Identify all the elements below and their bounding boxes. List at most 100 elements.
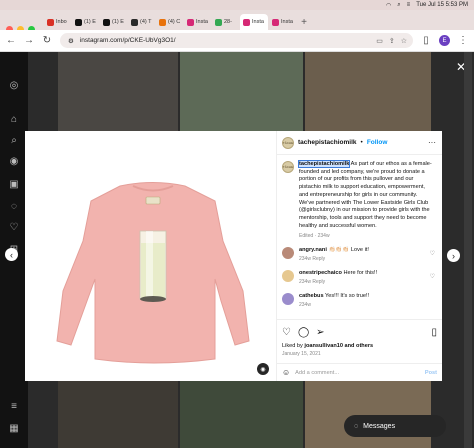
macos-menubar: ◠ ⌕ ≡ Tue Jul 15 5:53 PM bbox=[0, 0, 474, 10]
search-icon[interactable]: ⌕ bbox=[397, 2, 400, 9]
share-icon[interactable]: ⇪ bbox=[389, 37, 395, 45]
post-caption: TÂCHE tachepistachiomilk As part of our … bbox=[282, 160, 437, 240]
save-bookmark-icon[interactable]: ▯ bbox=[431, 327, 437, 338]
extensions-icon[interactable]: ▯ bbox=[421, 35, 431, 47]
like-heart-icon[interactable]: ♡ bbox=[282, 327, 291, 338]
clock[interactable]: Tue Jul 15 5:53 PM bbox=[416, 2, 468, 8]
tab[interactable]: (1) E bbox=[72, 14, 99, 30]
comment-input[interactable]: Add a comment... bbox=[295, 370, 339, 376]
tab[interactable]: Insta bbox=[269, 14, 296, 30]
url-text: instagram.com/p/CKE-UbVg3O1/ bbox=[79, 37, 176, 44]
liked-by-prefix: Liked by bbox=[282, 343, 303, 349]
tab-active[interactable]: Insta bbox=[240, 14, 268, 30]
caption-body: As part of our ethos as a female-founded… bbox=[299, 161, 432, 229]
address-bar[interactable]: ⚙ instagram.com/p/CKE-UbVg3O1/ ▭ ⇪ ☆ bbox=[60, 33, 413, 48]
maps-icon bbox=[215, 18, 222, 26]
messages-button[interactable]: ◌ Messages bbox=[344, 415, 446, 437]
avatar[interactable] bbox=[282, 293, 294, 306]
more-options-icon[interactable]: ··· bbox=[428, 138, 436, 147]
share-send-icon[interactable]: ➢ bbox=[316, 327, 324, 338]
more-menu-icon[interactable]: ≡ bbox=[8, 400, 20, 412]
avatar[interactable] bbox=[282, 247, 294, 260]
control-center-icon[interactable]: ≡ bbox=[407, 2, 411, 8]
cast-icon[interactable]: ▭ bbox=[376, 37, 383, 45]
comment-meta[interactable]: 234w bbox=[299, 302, 369, 308]
x-icon bbox=[75, 18, 82, 26]
comment-text: Here for this!! bbox=[343, 270, 378, 277]
app-icon bbox=[159, 18, 166, 26]
address-bar-actions: ▭ ⇪ ☆ bbox=[376, 37, 413, 45]
menu-icon[interactable]: ⋮ bbox=[458, 35, 468, 47]
instagram-icon bbox=[272, 18, 279, 26]
comment-item: onestripechaico Here for this!! 234w Rep… bbox=[282, 270, 437, 285]
profile-avatar[interactable]: E bbox=[439, 35, 450, 46]
liked-by-others[interactable]: and others bbox=[345, 343, 374, 349]
tab[interactable]: (4) T bbox=[128, 14, 155, 30]
avatar[interactable]: TÂCHE bbox=[282, 161, 294, 173]
instagram-icon bbox=[243, 18, 250, 26]
tagged-users-icon[interactable]: ◉ bbox=[257, 363, 269, 375]
comment-username[interactable]: angry.nani bbox=[299, 247, 327, 253]
search-icon[interactable]: ⌕ bbox=[8, 134, 20, 146]
tab[interactable]: Insta bbox=[184, 14, 211, 30]
post-side-panel: TÂCHE tachepistachiomilk • Follow ··· TÂ… bbox=[277, 131, 442, 381]
previous-post-arrow-icon[interactable]: ‹ bbox=[5, 248, 18, 261]
grid-thumbnail[interactable] bbox=[58, 381, 178, 448]
page-scrollbar[interactable] bbox=[464, 52, 472, 448]
x-icon bbox=[103, 18, 110, 26]
bookmark-star-icon[interactable]: ☆ bbox=[401, 37, 407, 45]
comment-meta[interactable]: 234w Reply bbox=[299, 279, 377, 285]
apps-grid-icon[interactable]: ▦ bbox=[8, 422, 20, 434]
liked-by: Liked by joansullivan10 and others bbox=[282, 343, 437, 349]
caption-username[interactable]: tachepistachiomilk bbox=[297, 160, 351, 168]
browser-toolbar: ← → ↻ ⚙ instagram.com/p/CKE-UbVg3O1/ ▭ ⇪… bbox=[0, 30, 474, 52]
explore-icon[interactable]: ◉ bbox=[8, 155, 20, 167]
instagram-logo-icon[interactable]: ◎ bbox=[8, 79, 20, 91]
avatar[interactable]: TÂCHE bbox=[282, 136, 294, 149]
grid-thumbnail[interactable] bbox=[305, 52, 431, 131]
like-comment-heart-icon[interactable]: ♡ bbox=[430, 250, 435, 257]
tab[interactable]: Inbo bbox=[44, 14, 71, 30]
wifi-icon[interactable]: ◠ bbox=[386, 2, 391, 9]
comment-item: angry.nani 👏🏻👏🏻👏🏻 Love it! 234w Reply ♡ bbox=[282, 247, 437, 262]
next-post-arrow-icon[interactable]: › bbox=[447, 249, 460, 262]
tab[interactable]: 28- bbox=[212, 14, 239, 30]
reload-icon[interactable]: ↻ bbox=[42, 35, 52, 47]
comment-username[interactable]: onestripechaico bbox=[299, 270, 342, 276]
grid-thumbnail[interactable] bbox=[180, 381, 303, 448]
forward-icon[interactable]: → bbox=[24, 35, 34, 47]
notifications-heart-icon[interactable]: ♡ bbox=[8, 221, 20, 233]
site-info-icon[interactable]: ⚙ bbox=[68, 37, 74, 45]
action-icons: ♡ ◯ ➢ ▯ bbox=[282, 325, 437, 339]
home-icon[interactable]: ⌂ bbox=[8, 113, 20, 125]
tab[interactable]: (4) C bbox=[156, 14, 183, 30]
post-header: TÂCHE tachepistachiomilk • Follow ··· bbox=[277, 131, 442, 155]
like-comment-heart-icon[interactable]: ♡ bbox=[430, 273, 435, 280]
comment-username[interactable]: cathebus bbox=[299, 293, 324, 299]
grid-thumbnail[interactable] bbox=[180, 52, 303, 131]
emoji-icon[interactable]: ☺ bbox=[282, 368, 290, 377]
tab[interactable]: (1) E bbox=[100, 14, 127, 30]
messenger-icon: ◌ bbox=[354, 422, 359, 430]
follow-button[interactable]: Follow bbox=[367, 139, 388, 146]
liked-by-username[interactable]: joansullivan10 bbox=[304, 343, 343, 349]
comment-text: 👏🏻👏🏻👏🏻 Love it! bbox=[328, 247, 369, 254]
caption-meta: Edited · 234w bbox=[299, 233, 330, 240]
comment-bubble-icon[interactable]: ◯ bbox=[298, 327, 309, 338]
instagram-icon bbox=[187, 18, 194, 26]
messenger-icon[interactable]: ◌ bbox=[8, 200, 20, 212]
back-icon[interactable]: ← bbox=[6, 35, 16, 47]
comment-meta[interactable]: 234w Reply bbox=[299, 256, 369, 262]
author-username[interactable]: tachepistachiomilk bbox=[298, 139, 357, 146]
comment-text: Yes!!! It's so true!! bbox=[325, 293, 370, 300]
new-tab-button[interactable]: + bbox=[297, 14, 311, 30]
post-date: January 15, 2021 bbox=[282, 351, 321, 357]
post-modal: ◉ TÂCHE tachepistachiomilk • Follow ··· … bbox=[25, 131, 442, 381]
comments-list[interactable]: TÂCHE tachepistachiomilk As part of our … bbox=[277, 155, 442, 309]
reels-icon[interactable]: ▣ bbox=[8, 178, 20, 190]
add-comment-bar: ☺ Add a comment... Post bbox=[277, 363, 442, 381]
avatar[interactable] bbox=[282, 270, 294, 283]
grid-thumbnail[interactable] bbox=[58, 52, 178, 131]
post-image[interactable]: ◉ bbox=[25, 131, 277, 381]
post-comment-button[interactable]: Post bbox=[425, 370, 437, 376]
